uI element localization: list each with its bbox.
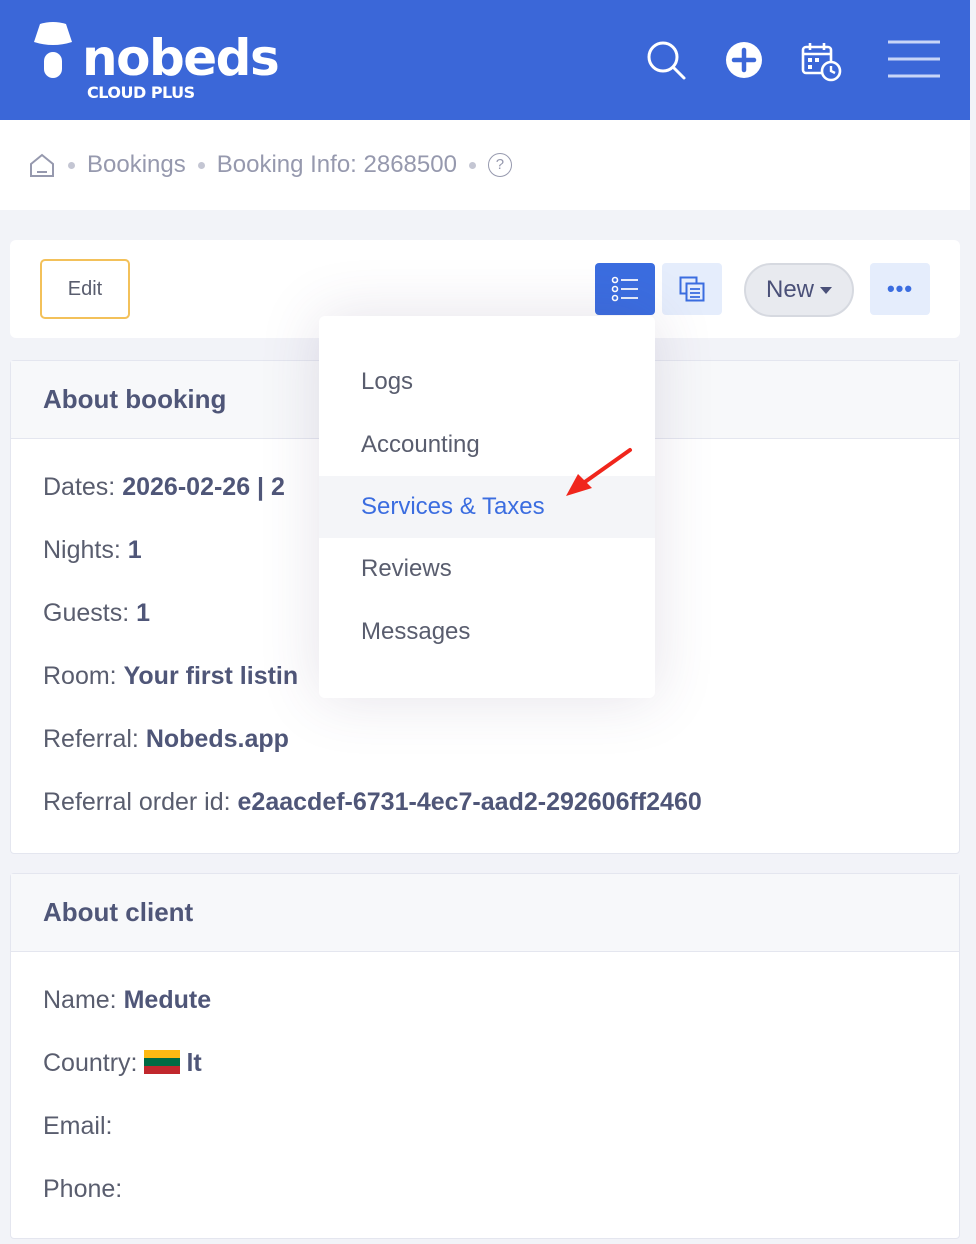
breadcrumb-separator: [468, 161, 476, 169]
referral-order-row: Referral order id: e2aacdef-6731-4ec7-aa…: [43, 788, 702, 817]
caret-down-icon: [820, 286, 832, 294]
nights-row: Nights: 1: [43, 536, 142, 565]
guests-row: Guests: 1: [43, 599, 150, 628]
breadcrumb-separator: [68, 161, 75, 169]
new-label: New: [765, 276, 814, 303]
copy-icon: [679, 276, 705, 302]
name-row: Name: Medute: [43, 986, 211, 1015]
lamp-logo-icon: [34, 22, 72, 78]
guests-value: 1: [136, 599, 151, 627]
breadcrumb-separator: [197, 161, 205, 169]
new-dropdown-button[interactable]: New: [744, 263, 854, 317]
menu-item-reviews[interactable]: Reviews: [319, 538, 655, 600]
nobeds-logo[interactable]: nobeds CLOUD PLUS: [30, 22, 290, 106]
country-value: lt: [186, 1049, 202, 1077]
copy-button[interactable]: [662, 263, 722, 315]
more-options-button[interactable]: •••: [870, 263, 930, 315]
name-value: Medute: [123, 986, 212, 1014]
menu-item-logs[interactable]: Logs: [319, 351, 655, 413]
breadcrumb: Bookings Booking Info: 2868500 ?: [28, 120, 512, 210]
country-row: Country: lt: [43, 1049, 202, 1078]
add-circle-icon[interactable]: [722, 38, 766, 82]
room-value: Your first listin: [123, 662, 299, 690]
nights-label: Nights:: [43, 536, 121, 564]
search-icon[interactable]: [644, 38, 688, 82]
referral-label: Referral:: [43, 725, 139, 753]
red-arrow-annotation-icon: [566, 448, 632, 496]
calendar-clock-icon[interactable]: [800, 40, 844, 84]
about-client-title: About client: [11, 874, 959, 952]
breadcrumb-bar: Bookings Booking Info: 2868500 ?: [0, 120, 970, 210]
breadcrumb-bookings[interactable]: Bookings: [87, 151, 186, 179]
email-row: Email:: [43, 1112, 112, 1141]
top-header: nobeds CLOUD PLUS: [0, 0, 970, 120]
nights-value: 1: [127, 536, 142, 564]
country-label: Country:: [43, 1049, 138, 1077]
referral-order-value: e2aacdef-6731-4ec7-aad2-292606ff2460: [237, 788, 702, 816]
referral-row: Referral: Nobeds.app: [43, 725, 289, 754]
view-dropdown-menu: Logs Accounting Services & Taxes Reviews…: [319, 316, 655, 698]
logo-subtitle: CLOUD PLUS: [87, 83, 195, 102]
help-icon[interactable]: ?: [487, 153, 512, 177]
menu-item-messages[interactable]: Messages: [319, 601, 655, 663]
about-client-card: About client Name: Medute Country: lt Em…: [10, 873, 960, 1239]
dates-value: 2026-02-26 | 2: [122, 473, 285, 501]
phone-row: Phone:: [43, 1175, 122, 1204]
list-view-button[interactable]: [595, 263, 655, 315]
dates-label: Dates:: [43, 473, 116, 501]
room-row: Room: Your first listin: [43, 662, 298, 691]
home-icon[interactable]: [28, 151, 56, 179]
logo-wordmark: nobeds: [82, 29, 280, 87]
referral-value: Nobeds.app: [145, 725, 289, 753]
lithuania-flag-icon: [144, 1050, 181, 1074]
referral-order-label: Referral order id:: [43, 788, 231, 816]
phone-label: Phone:: [43, 1175, 123, 1203]
room-label: Room:: [43, 662, 117, 690]
email-label: Email:: [43, 1112, 113, 1140]
dates-row: Dates: 2026-02-26 | 2: [43, 473, 285, 502]
edit-button[interactable]: Edit: [40, 259, 130, 319]
guests-label: Guests:: [43, 599, 130, 627]
list-icon: [611, 276, 638, 302]
name-label: Name:: [43, 986, 117, 1014]
breadcrumb-booking-info[interactable]: Booking Info: 2868500: [217, 151, 457, 179]
hamburger-menu-icon[interactable]: [886, 38, 942, 82]
